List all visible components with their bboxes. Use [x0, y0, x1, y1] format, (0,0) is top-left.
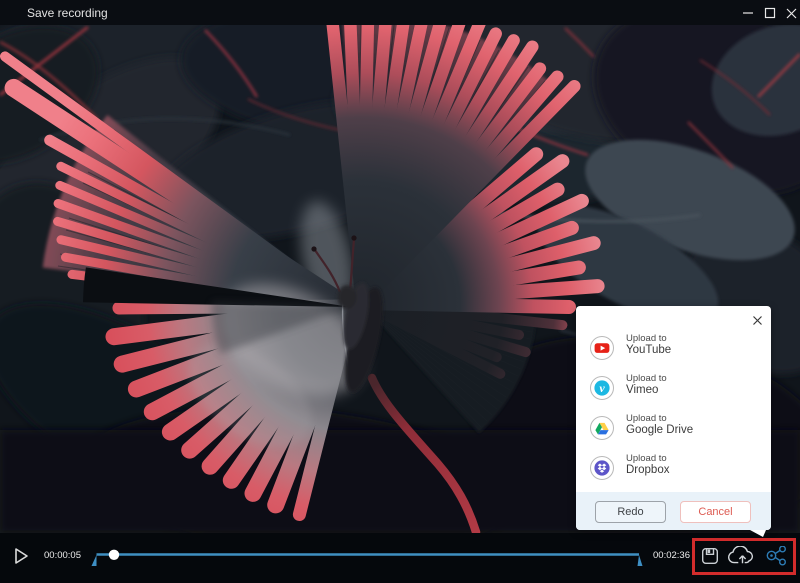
svg-text:v: v — [599, 381, 605, 395]
